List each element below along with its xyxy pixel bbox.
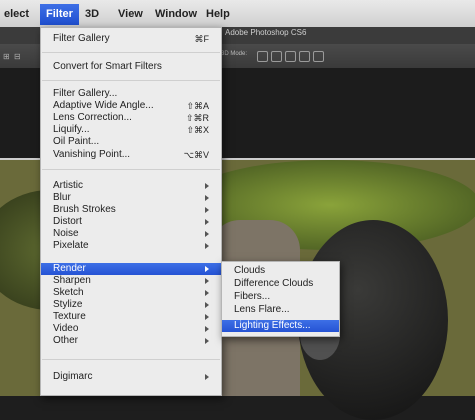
3d-drag-icon[interactable] [285,51,296,62]
submenu-arrow-icon [205,302,209,308]
3d-slide-icon[interactable] [299,51,310,62]
submenu-item-clouds[interactable]: Clouds [222,265,339,277]
menu-separator [42,169,220,170]
submenu-arrow-icon [205,338,209,344]
submenu-arrow-icon [205,326,209,332]
menu-item-blur[interactable]: Blur [41,192,221,204]
submenu-arrow-icon [205,207,209,213]
submenu-arrow-icon [205,290,209,296]
menu-window[interactable]: Window [149,4,203,25]
menu-item-filter-gallery-last[interactable]: Filter Gallery ⌘F [41,33,221,45]
submenu-item-difference-clouds[interactable]: Difference Clouds [222,278,339,290]
3d-roll-icon[interactable] [271,51,282,62]
menu-help[interactable]: Help [200,4,236,25]
menu-separator [42,80,220,81]
menu-item-brush-strokes[interactable]: Brush Strokes [41,204,221,216]
menu-item-sketch[interactable]: Sketch [41,287,221,299]
submenu-arrow-icon [205,374,209,380]
filter-menu-dropdown: Filter Gallery ⌘F Convert for Smart Filt… [40,27,222,396]
submenu-item-lens-flare[interactable]: Lens Flare... [222,304,339,316]
option-left-glyph-1[interactable]: ⊞ [3,52,10,61]
submenu-arrow-icon [205,266,209,272]
submenu-arrow-icon [205,278,209,284]
menu-separator [42,52,220,53]
menu-3d[interactable]: 3D [79,4,105,25]
menu-item-vanishing-point[interactable]: Vanishing Point... ⌥⌘V [41,149,221,161]
app-title: Adobe Photoshop CS6 [225,28,307,37]
submenu-arrow-icon [205,243,209,249]
submenu-arrow-icon [205,219,209,225]
3d-mode-label: 3D Mode: [221,51,248,57]
submenu-item-fibers[interactable]: Fibers... [222,291,339,303]
menu-select[interactable]: elect [0,4,35,25]
menu-item-pixelate[interactable]: Pixelate [41,240,221,252]
menu-item-stylize[interactable]: Stylize [41,299,221,311]
menu-item-adaptive-wide-angle[interactable]: Adaptive Wide Angle... ⇧⌘A [41,100,221,112]
submenu-arrow-icon [205,183,209,189]
3d-scale-icon[interactable] [313,51,324,62]
menu-view[interactable]: View [112,4,149,25]
menu-item-oil-paint[interactable]: Oil Paint... [41,136,221,148]
menu-item-artistic[interactable]: Artistic [41,180,221,192]
menu-item-render[interactable]: Render [41,263,221,275]
menu-item-liquify[interactable]: Liquify... ⇧⌘X [41,124,221,136]
menu-separator [42,359,220,360]
render-submenu: Clouds Difference Clouds Fibers... Lens … [221,261,340,337]
menu-item-noise[interactable]: Noise [41,228,221,240]
submenu-arrow-icon [205,314,209,320]
3d-rotate-icon[interactable] [257,51,268,62]
menu-item-filter-gallery[interactable]: Filter Gallery... [41,88,221,100]
menu-item-texture[interactable]: Texture [41,311,221,323]
menu-item-distort[interactable]: Distort [41,216,221,228]
macos-menu-bar: elect Filter 3D View Window Help [0,0,475,28]
menu-item-sharpen[interactable]: Sharpen [41,275,221,287]
submenu-arrow-icon [205,231,209,237]
menu-item-other[interactable]: Other [41,335,221,347]
menu-item-convert-smart-filters[interactable]: Convert for Smart Filters [41,61,221,73]
option-left-glyph-2[interactable]: ⊟ [14,52,21,61]
menu-item-video[interactable]: Video [41,323,221,335]
menu-filter[interactable]: Filter [40,4,79,25]
submenu-item-lighting-effects[interactable]: Lighting Effects... [222,320,339,332]
menu-item-lens-correction[interactable]: Lens Correction... ⇧⌘R [41,112,221,124]
menu-item-digimarc[interactable]: Digimarc [41,371,221,383]
submenu-arrow-icon [205,195,209,201]
